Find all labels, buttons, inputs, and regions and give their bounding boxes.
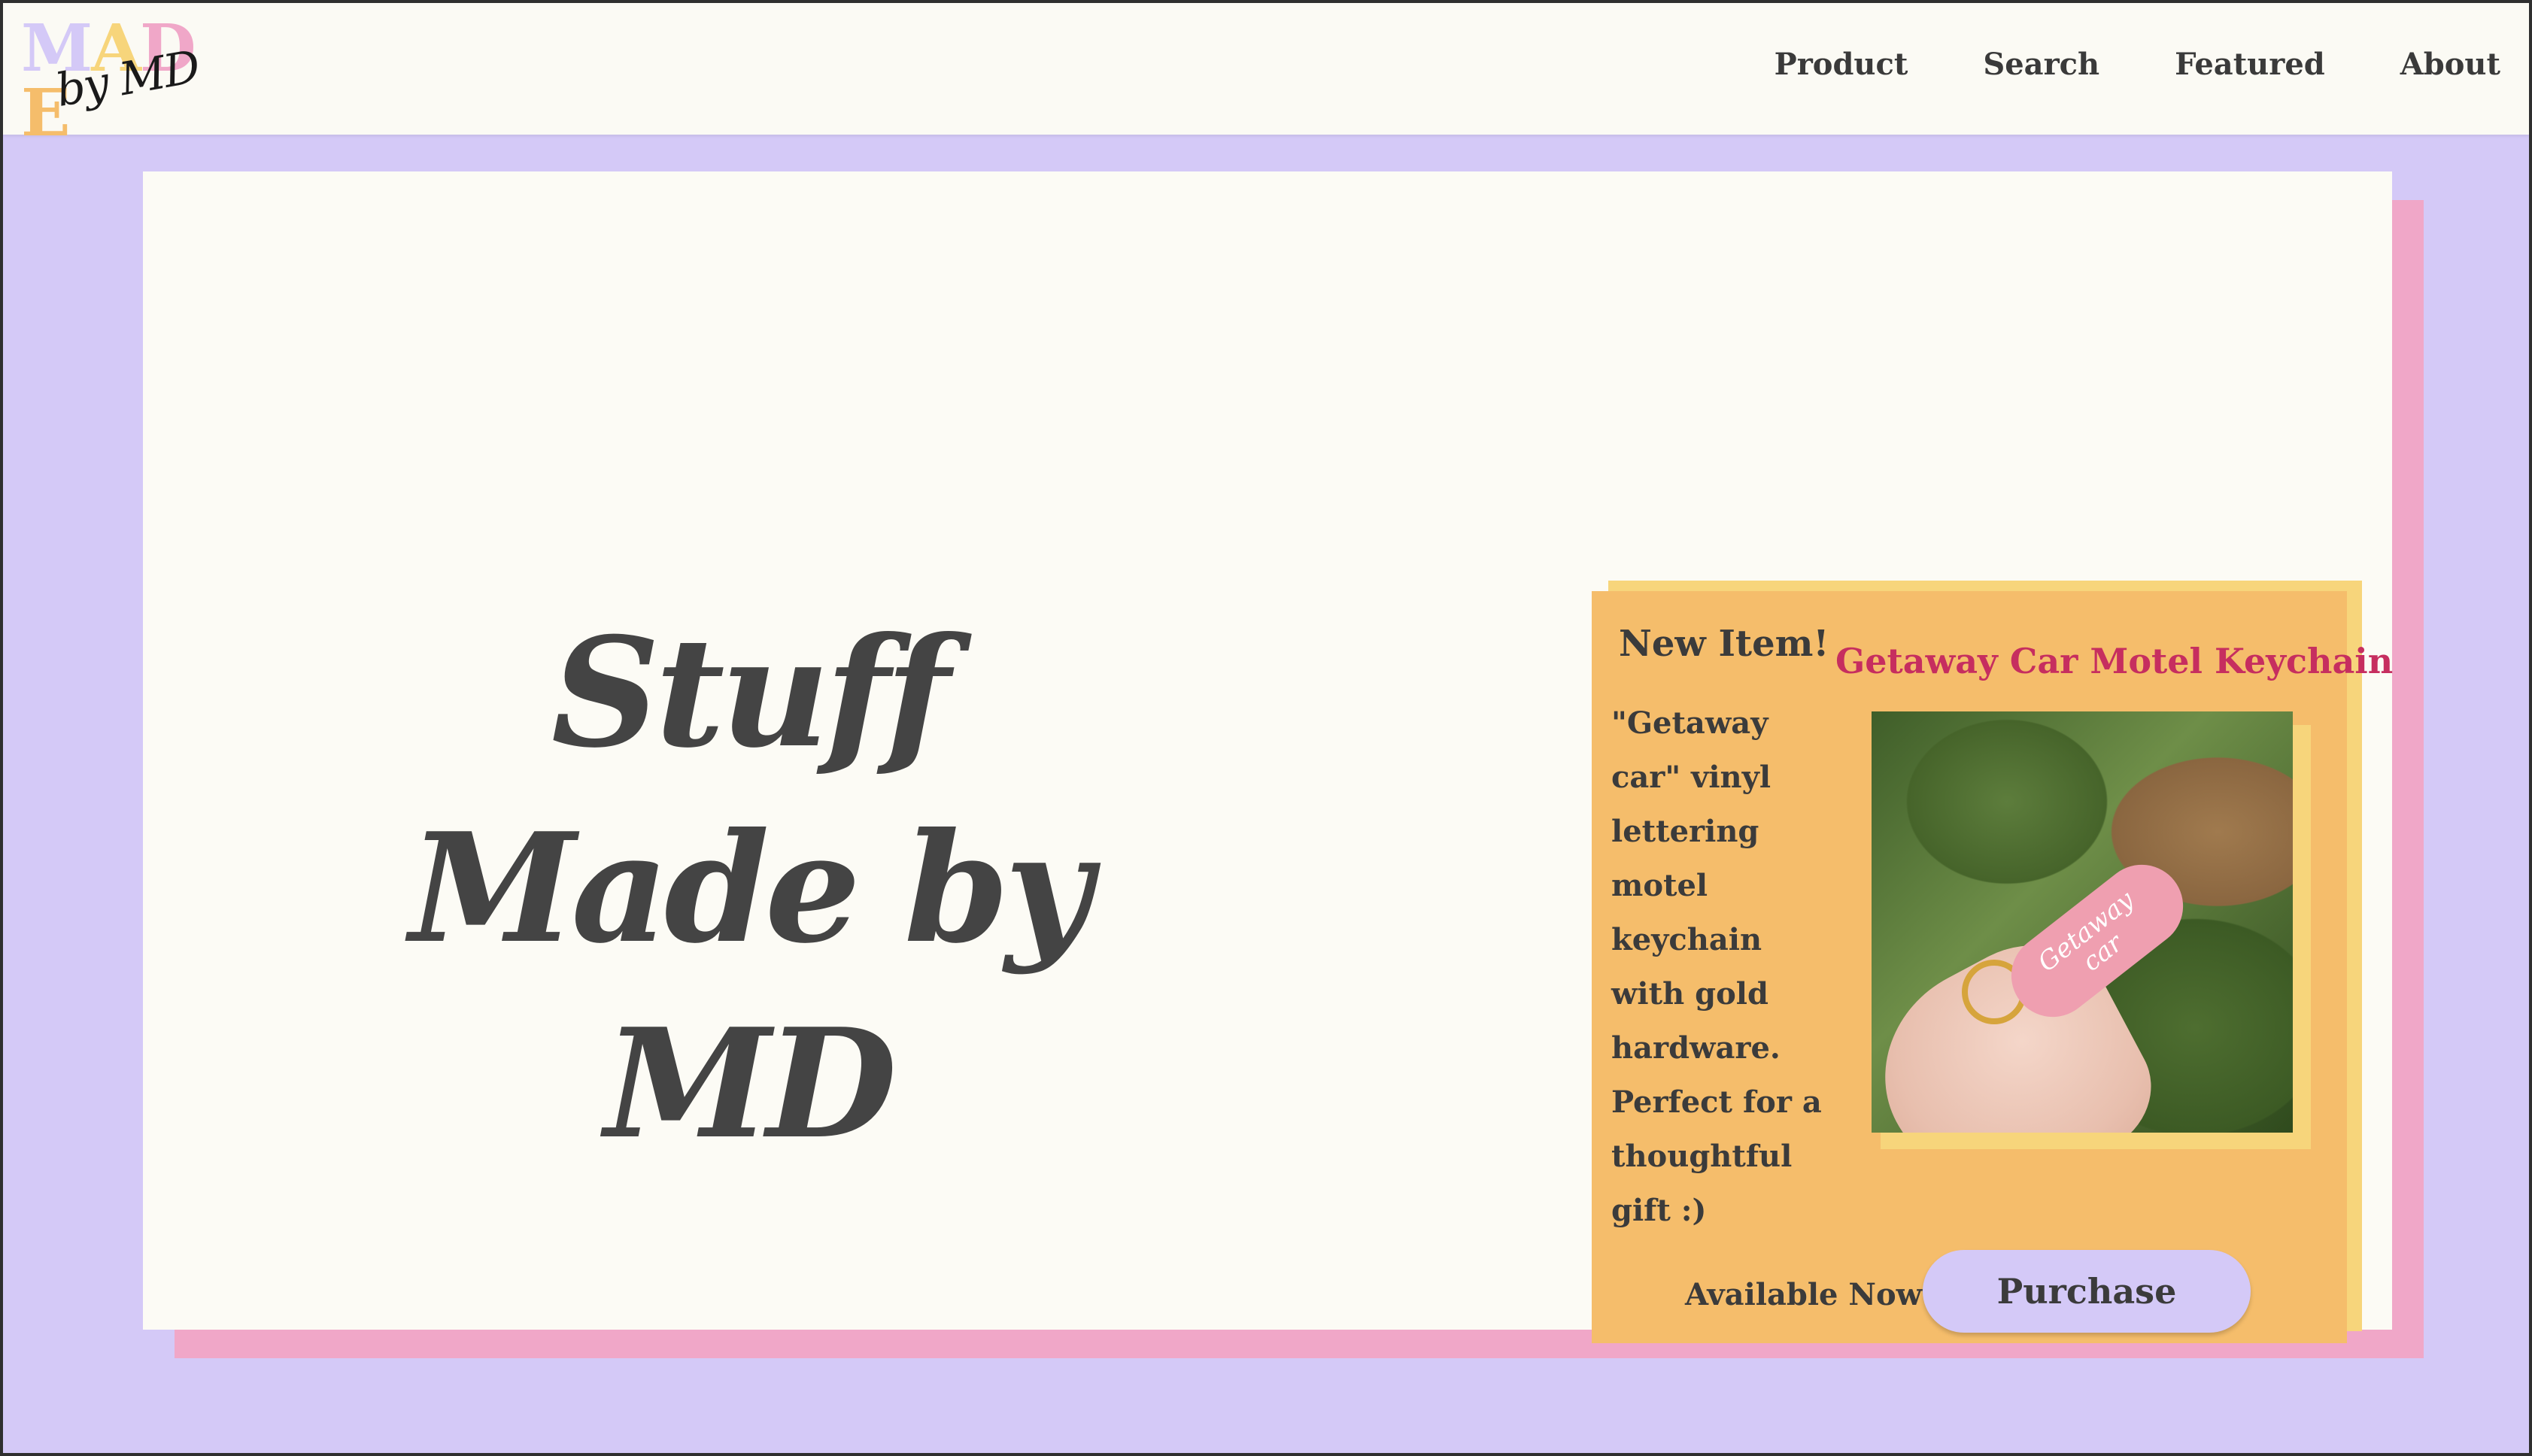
availability-label: Available Now!	[1685, 1277, 1935, 1312]
purchase-button[interactable]: Purchase	[1923, 1250, 2251, 1333]
nav-product[interactable]: Product	[1775, 47, 1908, 82]
main-nav: Product Search Featured About	[1775, 47, 2500, 82]
site-header: MADE by MD Product Search Featured About	[3, 3, 2529, 146]
hero-card: Stuff Made by MD New Item! Getaway Car M…	[143, 171, 2393, 1343]
nav-search[interactable]: Search	[1983, 47, 2099, 82]
hero-title: Stuff Made by MD	[409, 605, 1092, 1172]
site-logo[interactable]: MADE by MD	[21, 17, 217, 146]
product-photo[interactable]: Getaway car	[1872, 711, 2293, 1133]
keychain-lettering: Getaway car	[2032, 884, 2140, 978]
new-item-badge: New Item!	[1619, 623, 1829, 665]
page-frame: MADE by MD Product Search Featured About…	[3, 3, 2529, 1453]
featured-product-panel: New Item! Getaway Car Motel Keychain "Ge…	[1592, 591, 2393, 1343]
nav-featured[interactable]: Featured	[2175, 47, 2325, 82]
product-description: "Getaway car" vinyl lettering motel keyc…	[1611, 705, 1822, 1228]
nav-about[interactable]: About	[2400, 47, 2500, 82]
product-title[interactable]: Getaway Car Motel Keychain	[1835, 641, 2393, 681]
